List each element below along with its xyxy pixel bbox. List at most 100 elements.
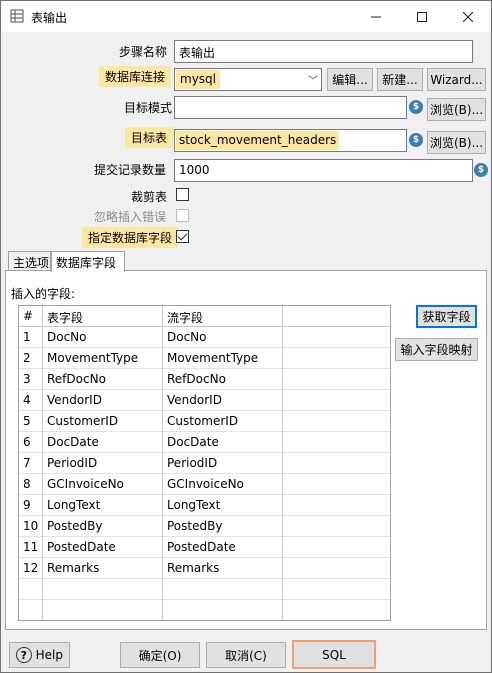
stream-field-cell[interactable]: PeriodID bbox=[163, 453, 283, 474]
ignore-errors-checkbox[interactable] bbox=[176, 209, 189, 222]
specify-fields-checkbox[interactable] bbox=[176, 230, 189, 243]
column-header[interactable]: # bbox=[19, 306, 43, 327]
row-number: 6 bbox=[19, 432, 43, 453]
extra-cell[interactable] bbox=[283, 579, 390, 600]
table-row[interactable]: 4 VendorID VendorID bbox=[19, 390, 390, 411]
wizard-button[interactable]: Wizard... bbox=[427, 68, 486, 91]
variable-icon[interactable]: $ bbox=[409, 133, 423, 147]
browse-table-button[interactable]: 浏览(B)... bbox=[427, 131, 486, 154]
stream-field-cell[interactable]: PostedDate bbox=[163, 537, 283, 558]
table-output-dialog: 表输出 步骤名称 表输出 数据库连接 mysql ﹀ 编辑... 新建... W… bbox=[0, 0, 492, 673]
extra-cell[interactable] bbox=[283, 495, 390, 516]
ok-button[interactable]: 确定(O) bbox=[120, 642, 200, 668]
target-table-input[interactable]: stock_movement_headers bbox=[174, 129, 407, 152]
maximize-button[interactable] bbox=[399, 1, 445, 32]
extra-cell[interactable] bbox=[283, 558, 390, 579]
stream-field-cell[interactable]: MovementType bbox=[163, 348, 283, 369]
enter-field-mapping-button[interactable]: 输入字段映射 bbox=[395, 338, 478, 361]
extra-cell[interactable] bbox=[283, 474, 390, 495]
target-table-value: stock_movement_headers bbox=[176, 131, 340, 150]
row-number: 5 bbox=[19, 411, 43, 432]
row-number bbox=[19, 579, 43, 600]
table-row[interactable]: 9 LongText LongText bbox=[19, 495, 390, 516]
extra-cell[interactable] bbox=[283, 516, 390, 537]
table-field-cell[interactable] bbox=[43, 579, 163, 600]
chevron-down-icon: ﹀ bbox=[308, 76, 318, 87]
extra-cell[interactable] bbox=[283, 537, 390, 558]
specify-fields-label: 指定数据库字段 bbox=[82, 227, 179, 248]
table-field-cell[interactable]: CustomerID bbox=[43, 411, 163, 432]
column-header[interactable]: 流字段 bbox=[163, 306, 283, 327]
extra-cell[interactable] bbox=[283, 600, 390, 620]
table-row[interactable]: 8 GCInvoiceNo GCInvoiceNo bbox=[19, 474, 390, 495]
tab-main-options[interactable]: 主选项 bbox=[8, 251, 51, 271]
column-header[interactable] bbox=[283, 306, 390, 327]
truncate-table-checkbox[interactable] bbox=[176, 188, 189, 201]
table-row[interactable]: 3 RefDocNo RefDocNo bbox=[19, 369, 390, 390]
stream-field-cell[interactable] bbox=[163, 579, 283, 600]
extra-cell[interactable] bbox=[283, 390, 390, 411]
step-name-input[interactable]: 表输出 bbox=[174, 40, 473, 63]
table-field-cell[interactable]: VendorID bbox=[43, 390, 163, 411]
commit-size-input[interactable]: 1000 bbox=[174, 159, 473, 182]
help-button[interactable]: ? Help bbox=[9, 642, 70, 668]
table-field-cell[interactable]: DocNo bbox=[43, 327, 163, 348]
target-schema-input[interactable] bbox=[174, 96, 407, 119]
stream-field-cell[interactable]: GCInvoiceNo bbox=[163, 474, 283, 495]
browse-schema-button[interactable]: 浏览(B)... bbox=[427, 98, 486, 121]
extra-cell[interactable] bbox=[283, 327, 390, 348]
stream-field-cell[interactable]: DocDate bbox=[163, 432, 283, 453]
db-connection-combo[interactable]: mysql ﹀ bbox=[174, 68, 322, 91]
table-field-cell[interactable]: PostedDate bbox=[43, 537, 163, 558]
sql-button[interactable]: SQL bbox=[292, 640, 376, 669]
table-field-cell[interactable]: PostedBy bbox=[43, 516, 163, 537]
variable-icon[interactable]: $ bbox=[474, 163, 488, 177]
title-bar[interactable]: 表输出 bbox=[1, 1, 491, 32]
stream-field-cell[interactable]: PostedBy bbox=[163, 516, 283, 537]
table-row[interactable]: 10 PostedBy PostedBy bbox=[19, 516, 390, 537]
extra-cell[interactable] bbox=[283, 348, 390, 369]
stream-field-cell[interactable]: Remarks bbox=[163, 558, 283, 579]
table-header: # 表字段 流字段 bbox=[19, 306, 390, 327]
variable-icon[interactable]: $ bbox=[409, 100, 423, 114]
table-row[interactable]: 5 CustomerID CustomerID bbox=[19, 411, 390, 432]
stream-field-cell[interactable]: DocNo bbox=[163, 327, 283, 348]
tab-database-fields[interactable]: 数据库字段 bbox=[51, 251, 125, 272]
table-field-cell[interactable]: RefDocNo bbox=[43, 369, 163, 390]
extra-cell[interactable] bbox=[283, 369, 390, 390]
edit-connection-button[interactable]: 编辑... bbox=[327, 68, 373, 91]
table-row[interactable]: 11 PostedDate PostedDate bbox=[19, 537, 390, 558]
new-connection-button[interactable]: 新建... bbox=[377, 68, 423, 91]
minimize-icon bbox=[371, 16, 381, 17]
stream-field-cell[interactable] bbox=[163, 600, 283, 620]
table-field-cell[interactable]: DocDate bbox=[43, 432, 163, 453]
extra-cell[interactable] bbox=[283, 432, 390, 453]
table-row[interactable]: 2 MovementType MovementType bbox=[19, 348, 390, 369]
table-field-cell[interactable]: GCInvoiceNo bbox=[43, 474, 163, 495]
row-number: 9 bbox=[19, 495, 43, 516]
get-fields-button[interactable]: 获取字段 bbox=[416, 305, 477, 328]
row-number: 7 bbox=[19, 453, 43, 474]
cancel-button[interactable]: 取消(C) bbox=[206, 642, 286, 668]
stream-field-cell[interactable]: LongText bbox=[163, 495, 283, 516]
table-field-cell[interactable] bbox=[43, 600, 163, 620]
stream-field-cell[interactable]: RefDocNo bbox=[163, 369, 283, 390]
table-field-cell[interactable]: LongText bbox=[43, 495, 163, 516]
table-field-cell[interactable]: MovementType bbox=[43, 348, 163, 369]
table-row[interactable] bbox=[19, 579, 390, 600]
stream-field-cell[interactable]: CustomerID bbox=[163, 411, 283, 432]
table-row[interactable]: 1 DocNo DocNo bbox=[19, 327, 390, 348]
table-field-cell[interactable]: Remarks bbox=[43, 558, 163, 579]
table-field-cell[interactable]: PeriodID bbox=[43, 453, 163, 474]
table-row[interactable] bbox=[19, 600, 390, 620]
minimize-button[interactable] bbox=[353, 1, 399, 32]
field-mapping-table[interactable]: # 表字段 流字段 1 DocNo DocNo 2 MovementType Moveme… bbox=[18, 305, 391, 621]
column-header[interactable]: 表字段 bbox=[43, 306, 163, 327]
stream-field-cell[interactable]: VendorID bbox=[163, 390, 283, 411]
close-button[interactable] bbox=[445, 1, 491, 32]
table-row[interactable]: 7 PeriodID PeriodID bbox=[19, 453, 390, 474]
extra-cell[interactable] bbox=[283, 453, 390, 474]
table-row[interactable]: 6 DocDate DocDate bbox=[19, 432, 390, 453]
extra-cell[interactable] bbox=[283, 411, 390, 432]
table-row[interactable]: 12 Remarks Remarks bbox=[19, 558, 390, 579]
